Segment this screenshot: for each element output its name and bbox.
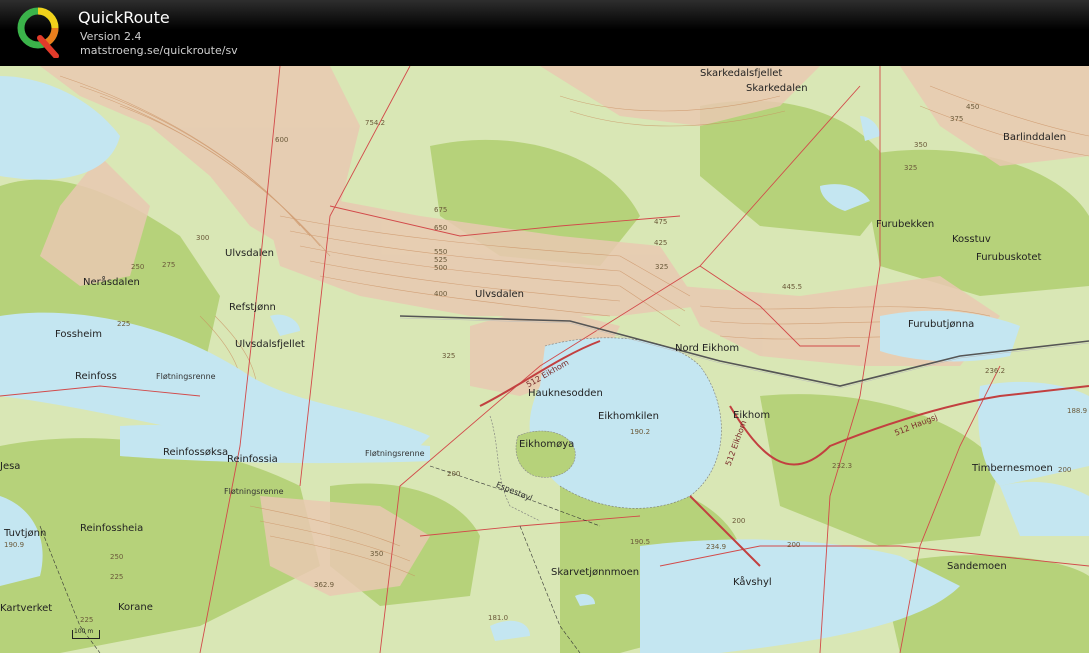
elev-225-c: 225	[80, 616, 94, 624]
elev-200-c: 200	[787, 541, 801, 549]
place-nord-eikhom: Nord Eikhom	[675, 343, 740, 354]
map-graphics	[0, 66, 1089, 653]
app-version: Version 2.4	[80, 30, 142, 43]
elev-250-a: 250	[131, 263, 145, 271]
scale-bar-label: 100 m	[74, 628, 94, 635]
place-flotningsrenne-3: Fløtningsrenne	[224, 487, 284, 496]
elev-300: 300	[196, 234, 210, 242]
elev-675: 675	[434, 206, 448, 214]
place-hauknesodden: Hauknesodden	[528, 388, 603, 399]
elev-250-b: 250	[110, 553, 124, 561]
place-furubekken: Furubekken	[876, 219, 935, 230]
place-reinfossheia: Reinfossheia	[80, 523, 144, 534]
place-jesa: Jesa	[0, 461, 21, 472]
elev-445: 445.5	[782, 283, 803, 291]
place-skarkedalen: Skarkedalen	[746, 83, 808, 94]
place-furubutjonna: Furubutjønna	[908, 319, 975, 330]
elev-500: 500	[434, 264, 448, 272]
place-reinfoss: Reinfoss	[75, 371, 117, 382]
elev-200-a: 200	[447, 470, 461, 478]
map-view[interactable]: Skarkedalsfjellet Skarkedalen Barlinddal…	[0, 66, 1089, 653]
elev-190-9: 190.9	[4, 541, 25, 549]
place-eikhomoya: Eikhomøya	[519, 439, 575, 450]
elev-450: 450	[966, 103, 980, 111]
place-fossheim: Fossheim	[55, 329, 102, 340]
place-skarkedalsfjellet: Skarkedalsfjellet	[700, 68, 783, 79]
place-refstjonn: Refstjønn	[229, 302, 276, 313]
elev-350-a: 350	[370, 550, 384, 558]
place-tuvtjonn: Tuvtjønn	[4, 528, 47, 539]
elev-650: 650	[434, 224, 448, 232]
elev-325-a: 325	[442, 352, 456, 360]
place-eikhomkilen: Eikhomkilen	[598, 411, 659, 422]
app-title: QuickRoute	[78, 8, 170, 27]
place-flotningsrenne-1: Fløtningsrenne	[156, 372, 216, 381]
elev-325-c: 325	[904, 164, 918, 172]
elev-362: 362.9	[314, 581, 335, 589]
elev-550: 550	[434, 248, 448, 256]
place-ulvsdalen-west: Ulvsdalen	[225, 248, 274, 259]
elev-190-5: 190.5	[630, 538, 651, 546]
place-korane: Korane	[118, 602, 153, 613]
place-reinfossoksa: Reinfossøksa	[163, 447, 229, 458]
elev-225-a: 225	[117, 320, 131, 328]
place-kavshyl: Kåvshyl	[733, 577, 772, 588]
elev-234: 234.9	[706, 543, 727, 551]
elev-375: 375	[950, 115, 964, 123]
place-kosstuv: Kosstuv	[952, 234, 991, 245]
place-ulvsdalsfjellet: Ulvsdalsfjellet	[235, 339, 305, 350]
place-skarvetjonnmoen: Skarvetjønnmoen	[551, 567, 640, 578]
quickroute-window: QuickRoute Version 2.4 matstroeng.se/qui…	[0, 0, 1089, 653]
elev-200-b: 200	[732, 517, 746, 525]
elev-425: 425	[654, 239, 668, 247]
elev-400: 400	[434, 290, 448, 298]
elev-225-b: 225	[110, 573, 124, 581]
elev-600: 600	[275, 136, 289, 144]
place-timbernesmoen: Timbernesmoen	[972, 463, 1053, 474]
place-sandemoen: Sandemoen	[947, 561, 1007, 572]
place-nerasdalen: Neråsdalen	[83, 277, 140, 288]
elev-475: 475	[654, 218, 668, 226]
elev-200-d: 200	[1058, 466, 1072, 474]
place-flotningsrenne-2: Fløtningsrenne	[365, 449, 425, 458]
place-furubuskotet: Furubuskotet	[976, 252, 1042, 263]
elev-188: 188.9	[1067, 407, 1088, 415]
place-kartverket: Kartverket	[0, 603, 53, 614]
elev-275: 275	[162, 261, 176, 269]
elev-325-b: 325	[655, 263, 669, 271]
elev-350-b: 350	[914, 141, 928, 149]
elev-754: 754.2	[365, 119, 386, 127]
elev-232: 232.3	[832, 462, 853, 470]
quickroute-logo	[16, 6, 60, 59]
app-url: matstroeng.se/quickroute/sv	[80, 44, 238, 57]
elev-181: 181.0	[488, 614, 509, 622]
elev-525: 525	[434, 256, 448, 264]
place-reinfossia: Reinfossia	[227, 454, 278, 465]
title-bar: QuickRoute Version 2.4 matstroeng.se/qui…	[0, 0, 1089, 66]
elev-236: 236.2	[985, 367, 1006, 375]
place-eikhom: Eikhom	[733, 410, 771, 421]
elev-190-2: 190.2	[630, 428, 651, 436]
place-ulvsdalen-central: Ulvsdalen	[475, 289, 524, 300]
place-barlinddalen: Barlinddalen	[1003, 132, 1067, 143]
